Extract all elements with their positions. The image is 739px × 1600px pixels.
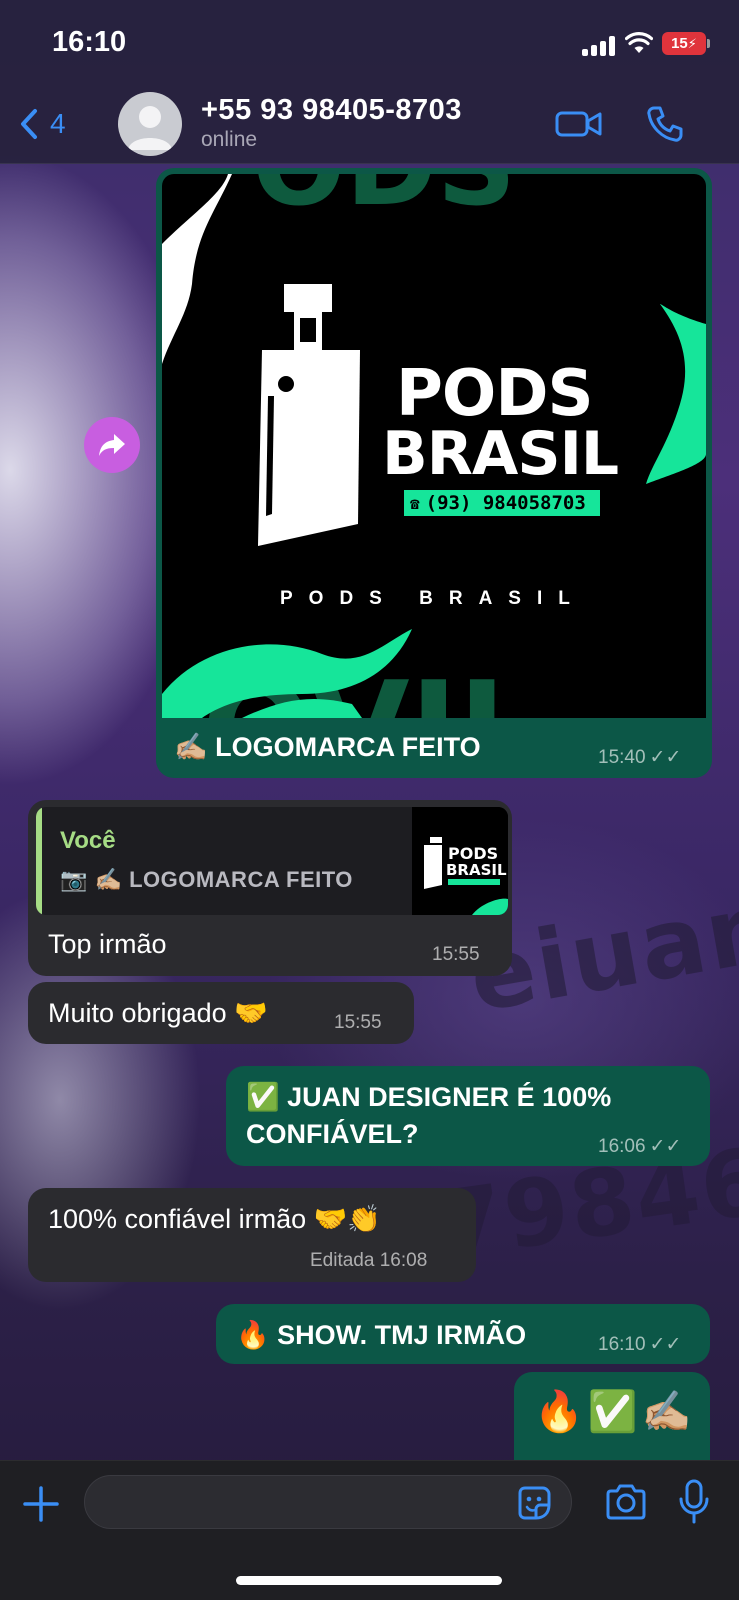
contact-avatar[interactable] <box>118 92 182 156</box>
logo-title-line1: PODS <box>396 357 594 431</box>
quote-author: Você <box>60 827 116 854</box>
phone-call-icon[interactable] <box>645 104 685 144</box>
message-time: 15:55 <box>334 1012 382 1033</box>
message-text-line2: CONFIÁVEL? <box>246 1119 419 1149</box>
emoji-message-text: 🔥✅✍🏼 <box>534 1390 696 1434</box>
logo-title-line2: BRASIL <box>382 419 619 489</box>
home-indicator[interactable] <box>236 1576 502 1585</box>
message-time: 16:08 <box>379 1250 428 1271</box>
svg-text:BRASIL: BRASIL <box>446 861 507 879</box>
edited-label: Editada <box>310 1250 375 1271</box>
charging-bolt-icon: ⚡ <box>687 35 697 51</box>
camera-icon[interactable] <box>604 1483 648 1521</box>
back-button[interactable]: 4 <box>20 102 66 146</box>
camera-small-icon: 📷 <box>60 867 88 892</box>
battery-tip <box>707 39 710 48</box>
wifi-icon <box>625 32 653 53</box>
microphone-icon[interactable] <box>678 1479 710 1525</box>
status-bar: 16:10 15 ⚡ <box>0 0 739 88</box>
quote-thumbnail: PODS BRASIL <box>412 807 508 915</box>
message-text-line1: ✅ JUAN DESIGNER É 100% <box>246 1082 612 1112</box>
message-time-row: 16:06 ✓✓ <box>598 1135 681 1158</box>
message-time-row: Editada 16:08 <box>310 1250 427 1272</box>
default-avatar-icon <box>128 106 172 150</box>
chat-header: 4 +55 93 98405-8703 online <box>0 88 739 164</box>
message-text: Muito obrigado 🤝 <box>48 998 268 1028</box>
message-time: 16:06 <box>598 1136 646 1157</box>
message-time-row: 16:10 ✓✓ <box>598 1333 681 1356</box>
double-check-icon: ✓✓ <box>649 1334 682 1355</box>
message-text: Top irmão <box>48 929 167 959</box>
cellular-signal-icon <box>582 36 616 56</box>
contact-name[interactable]: +55 93 98405-8703 <box>201 94 462 127</box>
quote-emoji: ✍🏼 <box>94 867 123 892</box>
quote-thumbnail-logo: PODS BRASIL <box>412 807 508 915</box>
status-time: 16:10 <box>52 26 127 58</box>
quote-accent-bar <box>36 807 42 915</box>
svg-text:ODS: ODS <box>252 174 516 230</box>
forward-button[interactable] <box>84 417 140 473</box>
quote-text-row: 📷 ✍🏼 LOGOMARCA FEITO <box>60 867 353 893</box>
unread-count: 4 <box>50 108 66 139</box>
double-check-icon: ✓✓ <box>649 747 682 768</box>
battery-level: 15 <box>671 35 688 52</box>
double-check-icon: ✓✓ <box>649 1136 682 1157</box>
logo-image[interactable]: ODS OVII PODS BRASIL ☎ (93) 984058703 PO… <box>162 174 706 718</box>
whatsapp-icon: ☎ <box>410 493 420 513</box>
message-input[interactable] <box>84 1475 572 1529</box>
quoted-message[interactable]: Você 📷 ✍🏼 LOGOMARCA FEITO PODS BRASIL <box>36 807 508 915</box>
image-message-time: 15:40 ✓✓ <box>598 746 681 769</box>
forward-arrow-icon <box>99 434 125 456</box>
logo-phone-tag: ☎ (93) 984058703 <box>404 490 600 516</box>
logo-phone-number: (93) 984058703 <box>425 492 586 514</box>
image-caption: ✍🏼 LOGOMARCA FEITO <box>174 732 481 762</box>
contact-status: online <box>201 128 258 151</box>
message-text: 🔥 SHOW. TMJ IRMÃO <box>236 1320 527 1350</box>
battery-icon: 15 ⚡ <box>662 32 706 55</box>
message-time: 15:40 <box>598 747 646 768</box>
quote-text: LOGOMARCA FEITO <box>129 867 353 892</box>
message-text: 100% confiável irmão 🤝👏 <box>48 1204 381 1234</box>
video-call-icon[interactable] <box>555 106 603 142</box>
sticker-icon[interactable] <box>514 1483 554 1523</box>
chevron-left-icon <box>21 109 37 139</box>
logo-subtitle: PODS BRASIL <box>280 588 586 609</box>
message-time: 16:10 <box>598 1334 646 1355</box>
message-time: 15:55 <box>432 944 480 965</box>
plus-icon[interactable] <box>22 1485 60 1523</box>
